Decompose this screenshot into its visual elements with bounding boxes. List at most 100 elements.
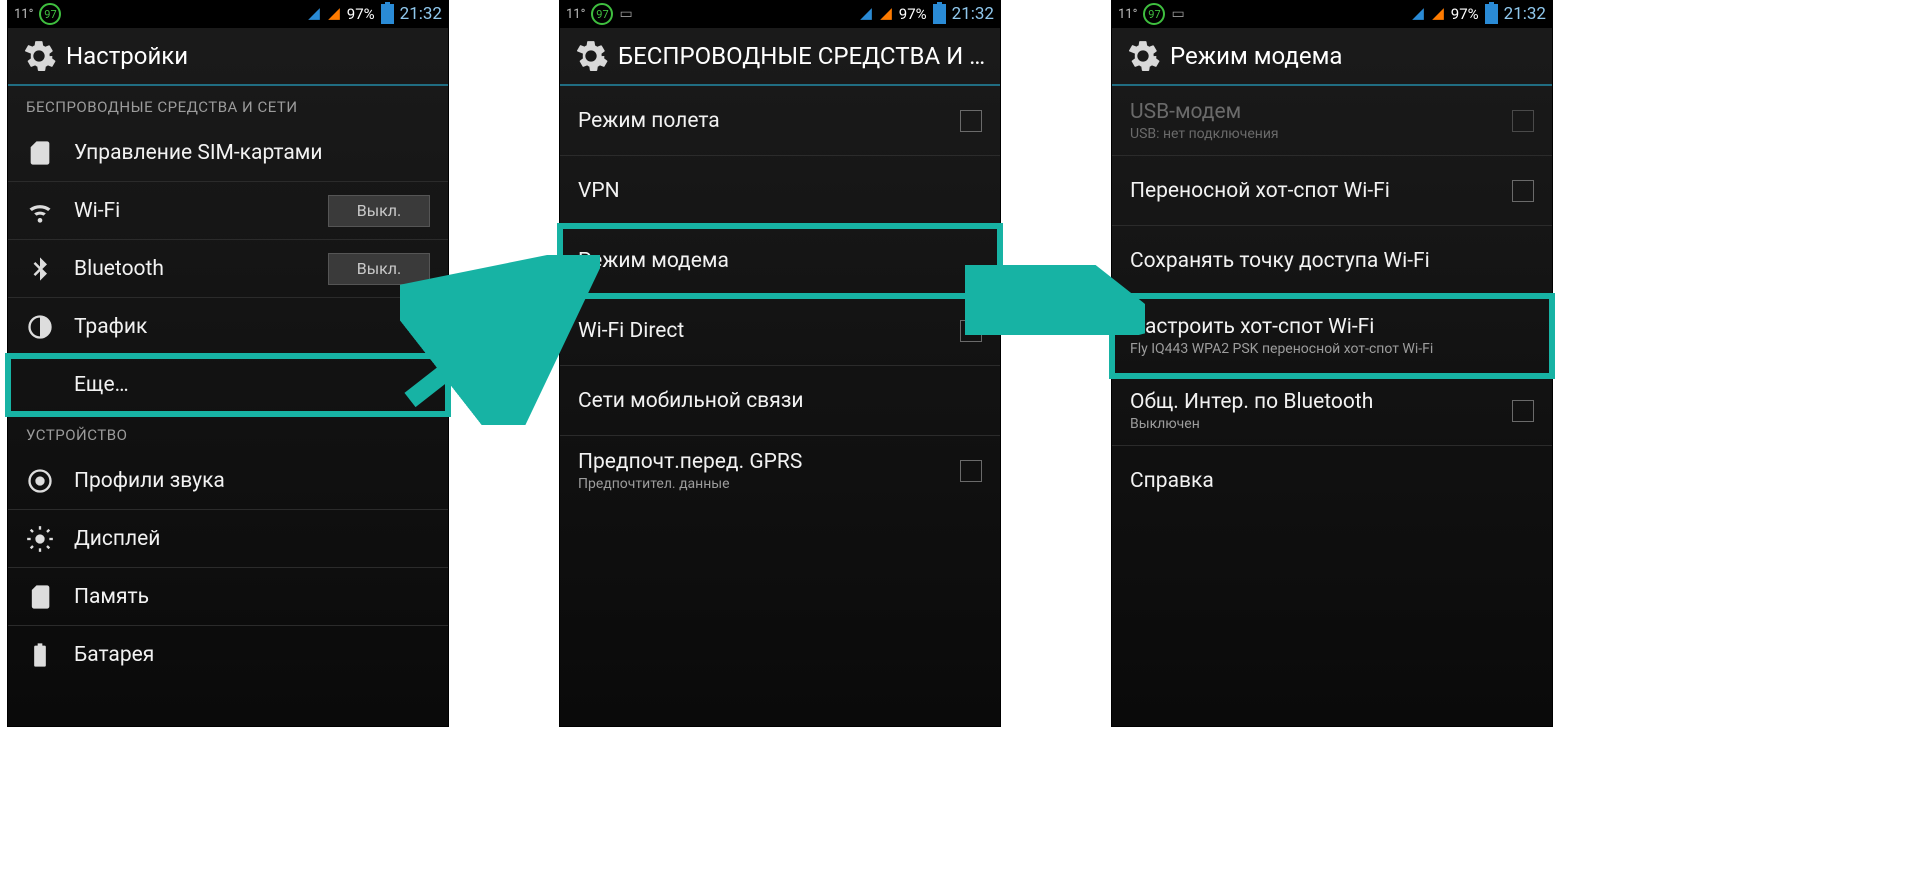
row-label: Bluetooth [74, 257, 328, 281]
row-sim-management[interactable]: Управление SIM-картами [8, 124, 448, 182]
temperature-indicator: 11° [14, 7, 33, 22]
row-label: Режим полета [578, 109, 960, 133]
bluetooth-icon [26, 255, 54, 283]
row-label: Дисплей [74, 527, 160, 551]
row-label: Справка [1130, 469, 1214, 493]
screenshot-3: 11° 97 ▭ 97% 21:32 Режим модема USB-моде… [1112, 0, 1552, 726]
wifi-icon [26, 197, 54, 225]
blank-icon [26, 371, 54, 399]
battery-badge-icon: 97 [591, 3, 613, 25]
title-bar: Режим модема [1112, 28, 1552, 86]
row-label: Управление SIM-картами [74, 141, 322, 165]
battery-icon [381, 4, 394, 24]
bluetooth-share-checkbox[interactable] [1512, 400, 1534, 422]
row-label: Батарея [74, 643, 154, 667]
row-wifi-direct[interactable]: Wi-Fi Direct [560, 296, 1000, 366]
row-label: Wi-Fi Direct [578, 319, 960, 343]
row-help[interactable]: Справка [1112, 446, 1552, 516]
row-label: VPN [578, 179, 620, 203]
screen-title: Режим модема [1170, 42, 1342, 70]
clock: 21:32 [952, 4, 994, 24]
title-bar: БЕСПРОВОДНЫЕ СРЕДСТВА И СЕ… [560, 28, 1000, 86]
signal-icon [859, 7, 873, 21]
row-airplane-mode[interactable]: Режим полета [560, 86, 1000, 156]
temperature-indicator: 11° [566, 7, 585, 22]
bluetooth-toggle[interactable]: Выкл. [328, 253, 430, 285]
screen-title: Настройки [66, 42, 188, 70]
status-bar: 11° 97 ▭ 97% 21:32 [560, 0, 1000, 28]
row-label: Общ. Интер. по Bluetooth [1130, 390, 1512, 414]
battery-badge-icon: 97 [1143, 3, 1165, 25]
row-label: Сохранять точку доступа Wi-Fi [1130, 249, 1430, 273]
row-vpn[interactable]: VPN [560, 156, 1000, 226]
status-bar: 11° 97 ▭ 97% 21:32 [1112, 0, 1552, 28]
row-tethering[interactable]: Режим модема [560, 226, 1000, 296]
row-label: Предпочт.перед. GPRS [578, 450, 960, 474]
row-label: Память [74, 585, 149, 609]
gear-icon [22, 39, 56, 73]
wifi-direct-checkbox[interactable] [960, 320, 982, 342]
row-display[interactable]: Дисплей [8, 510, 448, 568]
signal-icon [1411, 7, 1425, 21]
data-usage-icon [26, 313, 54, 341]
row-bluetooth-sharing[interactable]: Общ. Интер. по Bluetooth Выключен [1112, 376, 1552, 446]
signal-icon [307, 7, 321, 21]
row-label: Wi-Fi [74, 199, 328, 223]
clock: 21:32 [400, 4, 442, 24]
row-battery[interactable]: Батарея [8, 626, 448, 684]
battery-percent: 97% [347, 5, 375, 23]
status-bar: 11° 97 97% 21:32 [8, 0, 448, 28]
row-storage[interactable]: Память [8, 568, 448, 626]
screen-title: БЕСПРОВОДНЫЕ СРЕДСТВА И СЕ… [618, 42, 986, 70]
signal-icon [327, 7, 341, 21]
temperature-indicator: 11° [1118, 7, 1137, 22]
signal-icon [879, 7, 893, 21]
row-more[interactable]: Еще… [8, 356, 448, 414]
hotspot-checkbox[interactable] [1512, 180, 1534, 202]
row-label: Настроить хот-спот Wi-Fi [1130, 315, 1534, 339]
gear-icon [574, 39, 608, 73]
battery-icon [933, 4, 946, 24]
row-data-usage[interactable]: Трафик [8, 298, 448, 356]
picture-icon: ▭ [1171, 6, 1184, 22]
row-gprs-preference[interactable]: Предпочт.перед. GPRS Предпочтител. данны… [560, 436, 1000, 506]
row-portable-hotspot[interactable]: Переносной хот-спот Wi-Fi [1112, 156, 1552, 226]
row-sublabel: Fly IQ443 WPA2 PSK переносной хот-спот W… [1130, 341, 1534, 357]
row-label: Переносной хот-спот Wi-Fi [1130, 179, 1512, 203]
gprs-checkbox[interactable] [960, 460, 982, 482]
row-bluetooth[interactable]: Bluetooth Выкл. [8, 240, 448, 298]
battery-icon [26, 641, 54, 669]
row-sublabel: USB: нет подключения [1130, 126, 1512, 142]
wifi-toggle[interactable]: Выкл. [328, 195, 430, 227]
row-label: Трафик [74, 315, 147, 339]
storage-icon [26, 583, 54, 611]
row-label: Режим модема [578, 249, 729, 273]
row-mobile-networks[interactable]: Сети мобильной связи [560, 366, 1000, 436]
row-keep-hotspot[interactable]: Сохранять точку доступа Wi-Fi [1112, 226, 1552, 296]
title-bar: Настройки [8, 28, 448, 86]
display-icon [26, 525, 54, 553]
clock: 21:32 [1504, 4, 1546, 24]
screenshot-1: 11° 97 97% 21:32 Настройки БЕСПРОВОДНЫЕ … [8, 0, 448, 726]
usb-checkbox [1512, 110, 1534, 132]
gear-icon [1126, 39, 1160, 73]
row-wifi[interactable]: Wi-Fi Выкл. [8, 182, 448, 240]
battery-badge-icon: 97 [39, 3, 61, 25]
airplane-checkbox[interactable] [960, 110, 982, 132]
battery-icon [1485, 4, 1498, 24]
screenshot-2: 11° 97 ▭ 97% 21:32 БЕСПРОВОДНЫЕ СРЕДСТВА… [560, 0, 1000, 726]
row-configure-hotspot[interactable]: Настроить хот-спот Wi-Fi Fly IQ443 WPA2 … [1112, 296, 1552, 376]
row-sublabel: Предпочтител. данные [578, 476, 960, 492]
row-label: USB-модем [1130, 100, 1512, 124]
signal-icon [1431, 7, 1445, 21]
section-header-wireless: БЕСПРОВОДНЫЕ СРЕДСТВА И СЕТИ [8, 86, 448, 124]
row-usb-tethering: USB-модем USB: нет подключения [1112, 86, 1552, 156]
sim-icon [26, 139, 54, 167]
picture-icon: ▭ [619, 6, 632, 22]
battery-percent: 97% [1451, 5, 1479, 23]
battery-percent: 97% [899, 5, 927, 23]
row-label: Профили звука [74, 469, 225, 493]
row-sublabel: Выключен [1130, 416, 1512, 432]
row-sound-profiles[interactable]: Профили звука [8, 452, 448, 510]
section-header-device: УСТРОЙСТВО [8, 414, 448, 452]
